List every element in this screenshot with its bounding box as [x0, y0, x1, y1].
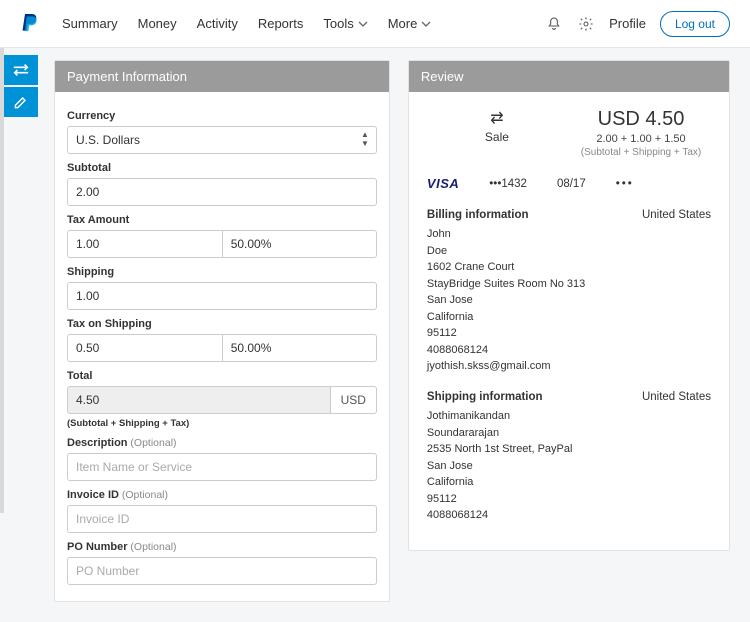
billing-line: 1602 Crane Court: [427, 259, 711, 276]
invoice-id-input[interactable]: [67, 505, 377, 533]
tax-percent-input[interactable]: [222, 230, 377, 258]
shipping-line: San Jose: [427, 458, 711, 475]
profile-link[interactable]: Profile: [609, 16, 646, 31]
subtotal-input[interactable]: [67, 178, 377, 206]
nav-more-label: More: [388, 16, 418, 31]
billing-line: John: [427, 226, 711, 243]
sale-transfer-icon: ⇄: [425, 108, 569, 128]
shipping-heading: Shipping information: [427, 389, 543, 406]
po-number-input[interactable]: [67, 557, 377, 585]
billing-line: StayBridge Suites Room No 313: [427, 276, 711, 293]
shipping-line: 2535 North 1st Street, PayPal: [427, 441, 711, 458]
description-input[interactable]: [67, 453, 377, 481]
review-panel-title: Review: [409, 61, 729, 92]
logout-button[interactable]: Log out: [660, 11, 730, 37]
nav-reports[interactable]: Reports: [258, 16, 304, 31]
tax-ship-amount-input[interactable]: [67, 334, 222, 362]
card-brand-icon: VISA: [427, 176, 459, 191]
side-tools: [4, 55, 38, 119]
currency-select[interactable]: U.S. Dollars: [67, 126, 377, 154]
card-expiry: 08/17: [557, 178, 586, 190]
review-breakdown-note: (Subtotal + Shipping + Tax): [569, 147, 713, 158]
settings-icon[interactable]: [577, 15, 595, 33]
billing-line: California: [427, 309, 711, 326]
review-amount: USD 4.50: [569, 108, 713, 131]
main-nav: Summary Money Activity Reports Tools Mor…: [62, 16, 431, 31]
billing-line: San Jose: [427, 292, 711, 309]
card-last4: •••1432: [489, 178, 527, 190]
card-more-icon[interactable]: •••: [616, 178, 634, 190]
top-right: Profile Log out: [545, 11, 730, 37]
total-label: Total: [67, 370, 377, 382]
shipping-line: 4088068124: [427, 507, 711, 524]
main-content: Payment Information Currency U.S. Dollar…: [0, 48, 750, 622]
subtotal-label: Subtotal: [67, 162, 377, 174]
notifications-icon[interactable]: [545, 15, 563, 33]
nav-tools[interactable]: Tools: [323, 16, 367, 31]
payment-panel-title: Payment Information: [55, 61, 389, 92]
card-summary-row: VISA •••1432 08/17 •••: [421, 168, 717, 203]
chevron-down-icon: [358, 19, 368, 29]
invoice-id-label: Invoice ID (Optional): [67, 489, 377, 501]
transfer-tool-icon[interactable]: [4, 55, 38, 85]
nav-summary[interactable]: Summary: [62, 16, 118, 31]
billing-info: Billing information United States John D…: [421, 203, 717, 385]
shipping-line: Soundararajan: [427, 425, 711, 442]
sale-label: Sale: [425, 130, 569, 144]
top-bar: Summary Money Activity Reports Tools Mor…: [0, 0, 750, 48]
billing-heading: Billing information: [427, 207, 529, 224]
shipping-country: United States: [642, 389, 711, 406]
billing-line: jyothish.skss@gmail.com: [427, 358, 711, 375]
compose-tool-icon[interactable]: [4, 87, 38, 117]
nav-money[interactable]: Money: [138, 16, 177, 31]
shipping-info: Shipping information United States Jothi…: [421, 385, 717, 534]
currency-label: Currency: [67, 110, 377, 122]
total-unit: USD: [331, 386, 377, 414]
chevron-down-icon: [421, 19, 431, 29]
billing-line: Doe: [427, 243, 711, 260]
paypal-logo: [20, 12, 40, 36]
shipping-line: California: [427, 474, 711, 491]
billing-country: United States: [642, 207, 711, 224]
total-formula: (Subtotal + Shipping + Tax): [67, 418, 377, 429]
po-number-label: PO Number (Optional): [67, 541, 377, 553]
nav-activity[interactable]: Activity: [197, 16, 238, 31]
payment-panel: Payment Information Currency U.S. Dollar…: [54, 60, 390, 602]
shipping-line: Jothimanikandan: [427, 408, 711, 425]
review-breakdown: 2.00 + 1.00 + 1.50: [569, 133, 713, 145]
review-panel: Review ⇄ Sale USD 4.50 2.00 + 1.00 + 1.5…: [408, 60, 730, 551]
tax-ship-percent-input[interactable]: [222, 334, 377, 362]
billing-line: 95112: [427, 325, 711, 342]
tax-amount-input[interactable]: [67, 230, 222, 258]
billing-line: 4088068124: [427, 342, 711, 359]
nav-more[interactable]: More: [388, 16, 432, 31]
nav-tools-label: Tools: [323, 16, 353, 31]
shipping-line: 95112: [427, 491, 711, 508]
description-label: Description (Optional): [67, 437, 377, 449]
shipping-label: Shipping: [67, 266, 377, 278]
tax-label: Tax Amount: [67, 214, 377, 226]
tax-on-shipping-label: Tax on Shipping: [67, 318, 377, 330]
shipping-input[interactable]: [67, 282, 377, 310]
total-input: [67, 386, 331, 414]
